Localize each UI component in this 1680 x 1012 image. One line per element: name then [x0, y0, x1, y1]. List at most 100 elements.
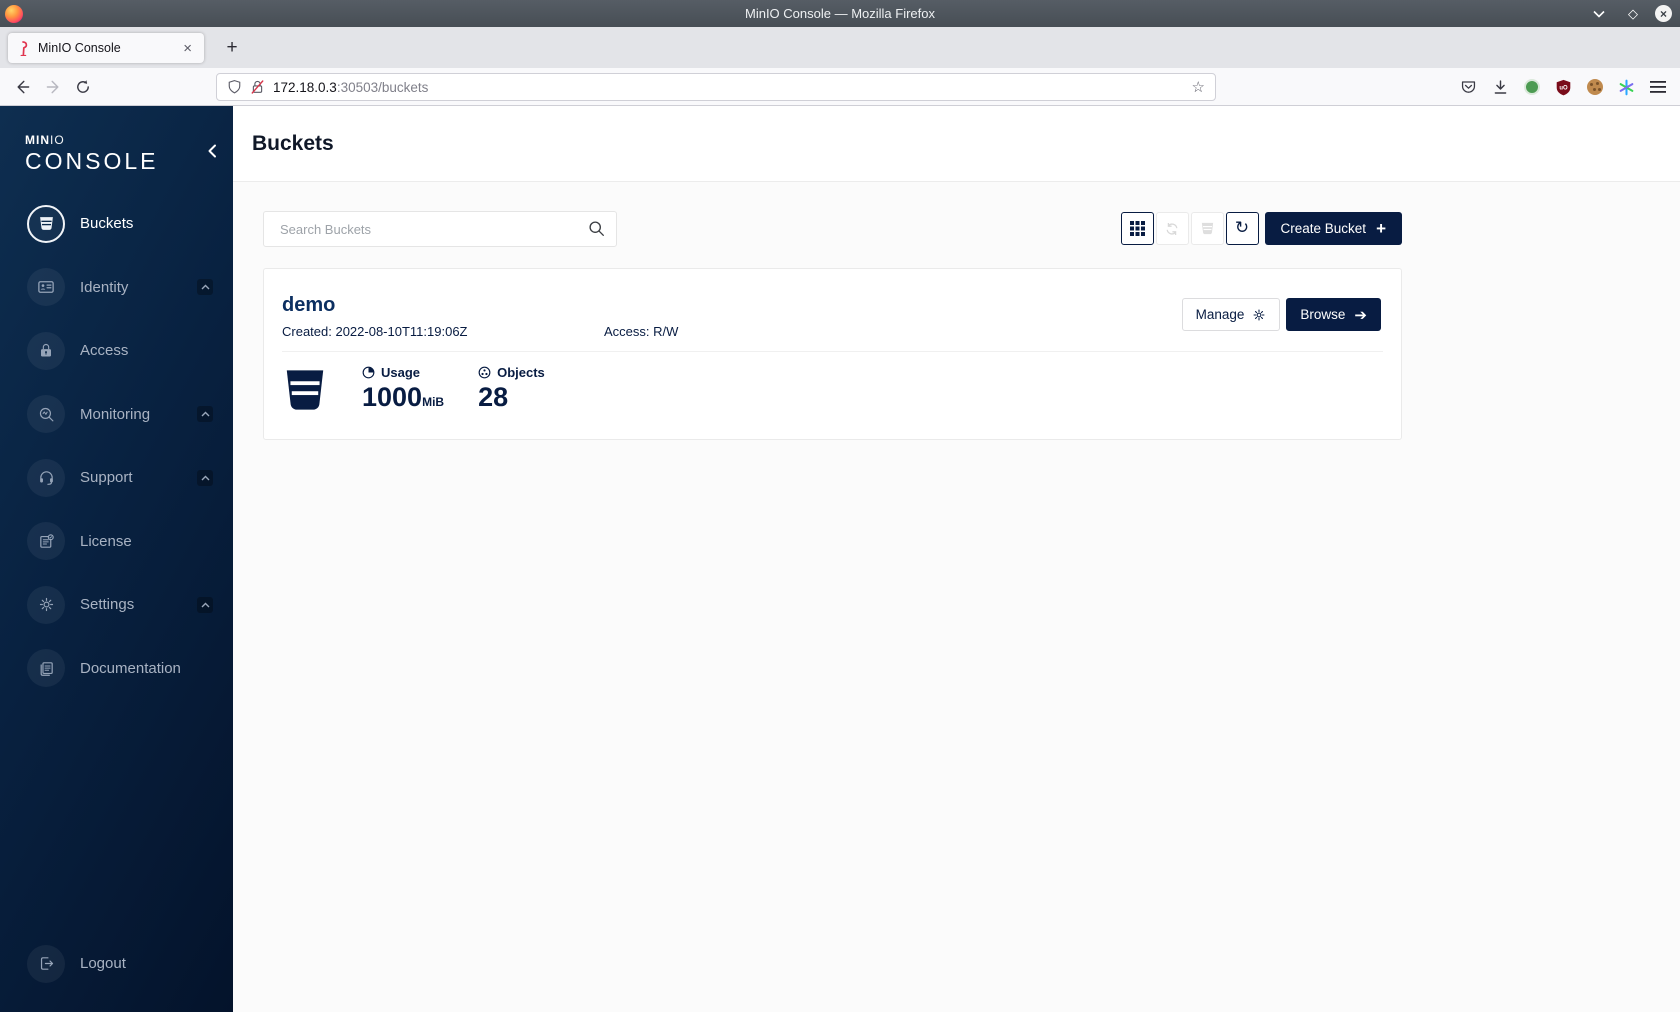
forward-icon[interactable] — [38, 73, 68, 101]
bucket-card[interactable]: demo Created: 2022-08-10T11:19:06Z Acces… — [263, 268, 1402, 440]
objects-value: 28 — [478, 382, 509, 412]
close-tab-icon[interactable]: × — [179, 40, 196, 57]
svg-text:uO: uO — [1559, 85, 1568, 91]
window-title: MinIO Console — Mozilla Firefox — [745, 6, 935, 21]
cookie-extension-icon[interactable] — [1587, 79, 1603, 95]
manage-button[interactable]: Manage — [1181, 298, 1281, 331]
license-document-icon — [27, 522, 65, 561]
refresh-icon: ↻ — [1234, 218, 1250, 238]
arrow-right-icon: ➔ — [1354, 305, 1367, 324]
bucket-access: Access: R/W — [604, 324, 679, 339]
tab-bar: MinIO Console × + — [0, 27, 1680, 68]
page-header: Buckets — [233, 106, 1680, 182]
usage-pie-icon — [362, 366, 375, 379]
multicolor-asterisk-extension-icon[interactable] — [1618, 79, 1635, 96]
sidebar-collapse-icon[interactable] — [207, 144, 217, 158]
sidebar-item-label: License — [80, 532, 132, 550]
url-path: :30503/buckets — [336, 79, 429, 95]
objects-icon — [478, 366, 491, 379]
sidebar-item-support[interactable]: Support — [0, 446, 233, 510]
ublock-origin-icon[interactable]: uO — [1555, 79, 1572, 96]
sidebar-item-access[interactable]: Access — [0, 319, 233, 383]
sidebar-item-identity[interactable]: Identity — [0, 256, 233, 320]
search-input[interactable] — [263, 211, 617, 247]
usage-unit: MiB — [422, 395, 445, 409]
logout-icon — [27, 944, 65, 983]
chevron-up-icon[interactable] — [197, 406, 213, 423]
card-divider — [282, 351, 1383, 352]
chevron-up-icon[interactable] — [197, 469, 213, 486]
monitoring-magnifier-icon — [27, 395, 65, 434]
usage-value: 1000 — [362, 382, 423, 412]
identity-card-icon — [27, 268, 65, 307]
downloads-icon[interactable] — [1492, 79, 1509, 96]
url-bar[interactable]: 172.18.0.3:30503/buckets ☆ — [216, 73, 1216, 101]
sidebar-item-label: Monitoring — [80, 405, 151, 423]
sidebar-item-monitoring[interactable]: Monitoring — [0, 383, 233, 447]
bucket-large-icon — [286, 370, 324, 410]
navigation-toolbar: 172.18.0.3:30503/buckets ☆ uO — [0, 68, 1680, 106]
shield-permissions-icon[interactable] — [227, 79, 242, 95]
sidebar-item-label: Access — [80, 342, 129, 360]
minio-console-logo: MINIO CONSOLE — [25, 133, 158, 175]
browse-label: Browse — [1300, 307, 1346, 322]
sidebar-item-label: Support — [80, 469, 133, 487]
gear-icon — [1253, 309, 1265, 320]
plus-icon: + — [1376, 219, 1386, 238]
set-replication-button — [1155, 212, 1189, 245]
main-content: Buckets Search Buckets ↻ Create Bucket +… — [233, 106, 1680, 1012]
insecure-lock-icon[interactable] — [250, 79, 265, 95]
lock-icon — [27, 331, 65, 370]
chevron-up-icon[interactable] — [197, 596, 213, 613]
sidebar-item-logout[interactable]: Logout — [0, 932, 233, 995]
sidebar: MINIO CONSOLE Buckets Identity Access Mo… — [0, 106, 233, 1012]
chevron-up-icon[interactable] — [197, 279, 213, 296]
reload-icon[interactable] — [68, 73, 98, 101]
search-icon — [588, 220, 605, 237]
tab-favicon-minio-icon — [20, 40, 28, 56]
sidebar-item-label: Settings — [80, 596, 135, 614]
documentation-pages-icon — [27, 649, 65, 688]
pocket-icon[interactable] — [1460, 79, 1477, 96]
logo-brand-bold: MIN — [25, 133, 50, 147]
extension-green-icon[interactable] — [1524, 79, 1540, 95]
url-host: 172.18.0.3 — [273, 79, 337, 95]
browser-tab[interactable]: MinIO Console × — [8, 33, 204, 63]
browse-button[interactable]: Browse ➔ — [1286, 298, 1381, 331]
minimize-icon[interactable] — [1593, 10, 1611, 18]
hamburger-menu-icon[interactable] — [1650, 80, 1666, 94]
objects-label: Objects — [497, 365, 545, 380]
headset-icon — [27, 458, 65, 497]
window-titlebar: MinIO Console — Mozilla Firefox ◇ × — [0, 0, 1680, 27]
new-tab-button[interactable]: + — [219, 35, 245, 61]
usage-stat: Usage 1000MiB — [362, 365, 444, 416]
back-icon[interactable] — [8, 73, 38, 101]
sidebar-item-documentation[interactable]: Documentation — [0, 637, 233, 701]
sidebar-item-settings[interactable]: Settings — [0, 573, 233, 637]
bucket-icon — [27, 204, 65, 243]
sidebar-item-label: Logout — [80, 955, 126, 972]
sidebar-item-label: Buckets — [80, 215, 134, 233]
page-title: Buckets — [252, 131, 334, 155]
bookmark-star-icon[interactable]: ☆ — [1192, 78, 1205, 96]
gear-icon — [27, 585, 65, 624]
usage-label: Usage — [381, 365, 421, 380]
bucket-delete-icon — [1201, 222, 1213, 235]
close-window-icon[interactable]: × — [1655, 5, 1672, 22]
tab-title: MinIO Console — [38, 41, 121, 55]
url-text[interactable]: 172.18.0.3:30503/buckets — [273, 80, 1184, 95]
logo-brand-light: IO — [50, 133, 65, 147]
create-bucket-label: Create Bucket — [1280, 221, 1367, 236]
sidebar-item-label: Documentation — [80, 659, 181, 677]
maximize-icon[interactable]: ◇ — [1624, 6, 1642, 22]
replication-arrows-icon — [1166, 222, 1178, 235]
refresh-button[interactable]: ↻ — [1225, 212, 1259, 245]
sidebar-item-label: Identity — [80, 278, 129, 296]
grid-view-icon — [1129, 221, 1145, 236]
create-bucket-button[interactable]: Create Bucket + — [1264, 212, 1402, 245]
sidebar-item-license[interactable]: License — [0, 510, 233, 574]
bucket-created: Created: 2022-08-10T11:19:06Z — [282, 324, 468, 339]
grid-view-button[interactable] — [1120, 212, 1154, 245]
manage-label: Manage — [1195, 307, 1245, 322]
sidebar-item-buckets[interactable]: Buckets — [0, 192, 233, 256]
